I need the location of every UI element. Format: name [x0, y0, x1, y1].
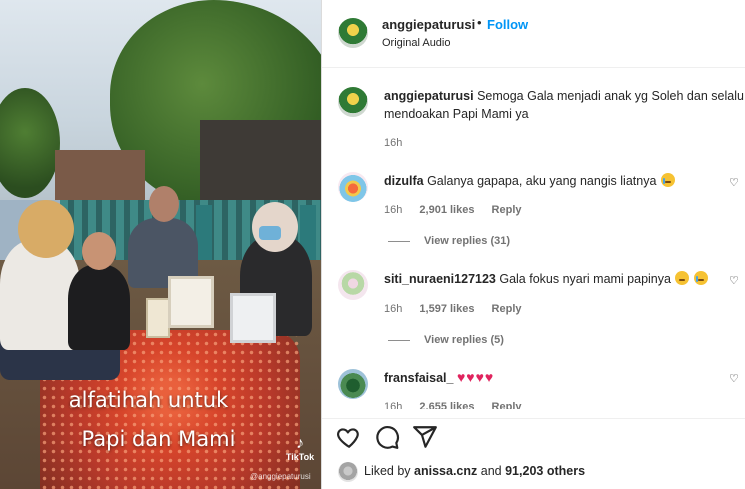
caption-meta: 16h [384, 137, 416, 149]
caption-line2: mendoakan Papi Mami ya [384, 107, 529, 121]
media-person-head [18, 200, 74, 258]
comment-reply-button[interactable]: Reply [492, 204, 522, 216]
comment-time[interactable]: 16h [384, 303, 402, 315]
liker-username[interactable]: anissa.cnz [414, 464, 477, 478]
view-replies-button[interactable]: View replies (5) [388, 334, 504, 346]
sad-face-icon [675, 271, 690, 285]
comment-time[interactable]: 16h [384, 204, 402, 216]
comment-avatar[interactable] [338, 270, 368, 300]
tiktok-handle: @anggiepaturusi [250, 472, 311, 481]
comment-username[interactable]: siti_nuraeni127123 [384, 272, 496, 286]
view-replies-line [388, 339, 410, 341]
liked-conj: and [480, 464, 502, 478]
comment-likes[interactable]: 1,597 likes [419, 303, 474, 315]
tiktok-icon: ♪ [296, 435, 304, 452]
comment-meta: 16h 1,597 likes Reply [384, 303, 536, 315]
caption-line1: anggiepaturusi Semoga Gala menjadi anak … [384, 86, 745, 106]
comment-reply-button[interactable]: Reply [492, 303, 522, 315]
author-avatar[interactable] [338, 18, 368, 48]
comment-body: siti_nuraeni127123 Gala fokus nyari mami… [384, 269, 745, 289]
comment-username[interactable]: dizulfa [384, 174, 424, 188]
media-face-mask [259, 226, 281, 240]
liker-avatar[interactable] [338, 462, 358, 482]
media-child-head [82, 232, 116, 270]
tiktok-watermark: ♪ TikTok @anggiepaturusi [250, 435, 320, 482]
header-divider [322, 67, 745, 68]
media-photo-frame [168, 276, 214, 328]
hearts-emoji-icon: ♥♥♥♥ [456, 369, 495, 385]
media-roof [200, 120, 321, 205]
crying-face-icon [693, 271, 708, 285]
comment-text: Galanya gapapa, aku yang nangis liatnya [427, 174, 657, 188]
comment-body: dizulfa Galanya gapapa, aku yang nangis … [384, 171, 745, 191]
comment-avatar[interactable] [338, 172, 368, 202]
actions-divider [322, 418, 745, 419]
comment-like-icon[interactable]: ♡ [729, 274, 739, 287]
post-media[interactable]: alfatihah untuk Papi dan Mami ♪ TikTok @… [0, 0, 321, 489]
view-replies-button[interactable]: View replies (31) [388, 235, 510, 247]
comment-like-icon[interactable]: ♡ [729, 372, 739, 385]
likes-count[interactable]: 91,203 others [505, 464, 585, 478]
caption-text: Semoga Gala menjadi anak yg Soleh dan se… [477, 89, 744, 103]
caption-author-avatar[interactable] [338, 87, 368, 117]
view-replies-line [388, 240, 410, 242]
media-child [68, 265, 130, 350]
comment-icon[interactable] [374, 424, 400, 450]
media-building [55, 150, 145, 200]
media-person-head [149, 186, 179, 222]
comment-likes[interactable]: 2,901 likes [419, 204, 474, 216]
view-replies-label: View replies (31) [424, 235, 511, 247]
caption-time[interactable]: 16h [384, 137, 402, 149]
separator-dot: • [477, 15, 482, 30]
video-caption-line1: alfatihah untuk [68, 388, 229, 412]
liked-by-label: Liked by [364, 464, 411, 478]
follow-button[interactable]: Follow [487, 17, 528, 32]
comment-body: fransfaisal_ ♥♥♥♥ [384, 367, 745, 388]
post-panel: anggiepaturusi • Follow Original Audio a… [322, 0, 745, 489]
media-photo-frame [146, 298, 170, 338]
video-caption-line2: Papi dan Mami [81, 427, 236, 451]
tiktok-label: TikTok [285, 452, 315, 462]
media-photo-frame [230, 293, 276, 343]
comment-meta: 16h 2,901 likes Reply [384, 204, 536, 216]
likes-summary: Liked by anissa.cnz and 91,203 others [364, 464, 585, 478]
post-actions [322, 420, 745, 456]
heart-outline-icon[interactable] [336, 424, 362, 450]
comment-text: Gala fokus nyari mami papinya [499, 272, 671, 286]
view-replies-label: View replies (5) [424, 334, 504, 346]
share-icon[interactable] [412, 424, 438, 450]
crying-face-icon [660, 173, 675, 187]
original-audio-link[interactable]: Original Audio [382, 37, 451, 49]
author-username[interactable]: anggiepaturusi [382, 17, 475, 32]
comment-avatar[interactable] [338, 369, 368, 399]
caption-author-username[interactable]: anggiepaturusi [384, 89, 474, 103]
comment-like-icon[interactable]: ♡ [729, 176, 739, 189]
comment-username[interactable]: fransfaisal_ [384, 371, 453, 385]
